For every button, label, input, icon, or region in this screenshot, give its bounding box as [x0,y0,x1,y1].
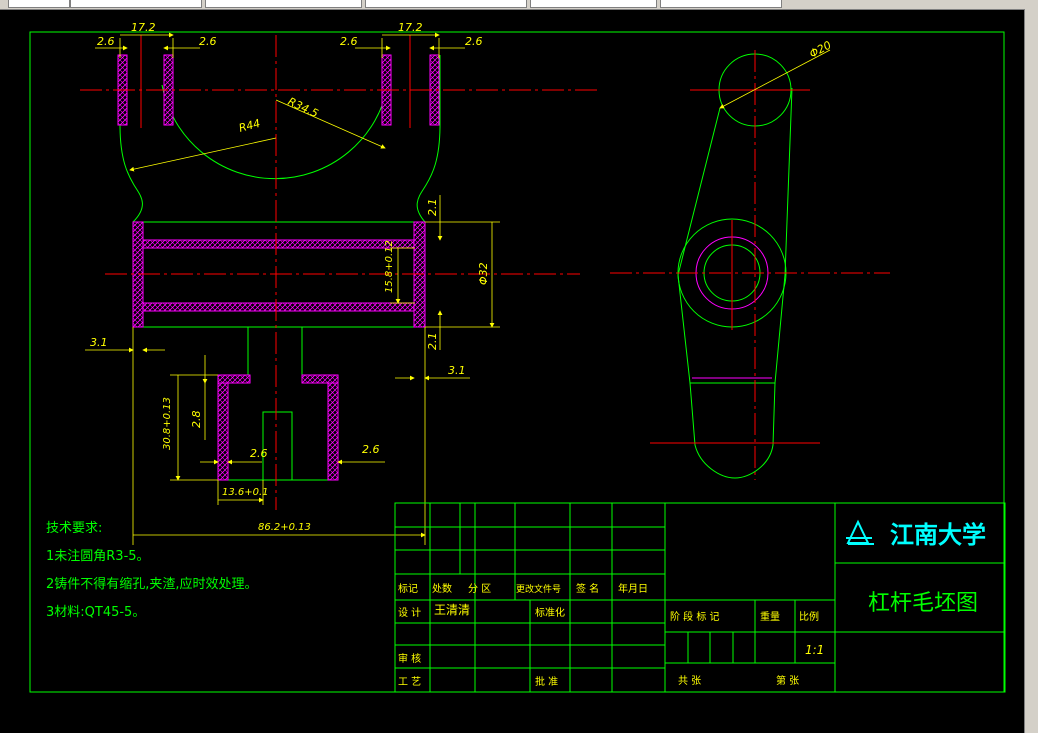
centerlines-side [610,50,890,480]
dim-hole-dia: 15.8+0.12 [384,240,395,293]
dim-fork-gap: 2.1 [426,199,439,217]
dim-radius-outer: R44 [237,117,261,135]
tb-designer: 王清清 [434,603,470,617]
tb-stage-label: 阶 段 标 记 [670,610,720,623]
dim-side-left: 3.1 [90,336,108,349]
tb-header-2: 分 区 [468,583,491,595]
dim-wall-left-a: 2.6 [97,35,115,48]
dim-boss-right: 2.6 [362,443,380,456]
technical-notes: 技术要求: 1未注圆角R3-5。 2铸件不得有缩孔,夹渣,应时效处理。 3材料:… [46,521,258,620]
university-name: 江南大学 [890,521,986,549]
vertical-scrollbar[interactable] [1024,9,1038,733]
dim-side-right: 3.1 [448,364,466,377]
dim-boss-height: 30.8+0.13 [162,397,173,450]
notes-heading: 技术要求: [46,521,102,536]
university-logo: 江南大学 [846,519,986,549]
tb-std-label: 标准化 [535,606,565,619]
drawing-title: 杠杆毛坯图 [868,591,978,616]
dim-boss-width: 13.6+0.1 [222,487,269,498]
tb-sheets-total: 共 张 [678,675,701,687]
dim-dia-20: Φ20 [807,39,833,61]
tb-check-label: 审 核 [398,652,421,665]
dim-dia-32: Φ32 [477,262,490,285]
dim-fork-gap-low: 2.1 [426,333,439,351]
dimension-text: 17.2 2.6 2.6 17.2 2.6 2.6 R34.5 R44 Φ20 … [90,21,833,533]
dim-top-width-right: 17.2 [398,21,423,34]
tb-header-1: 处数 [432,582,452,595]
tb-approve-label: 批 准 [535,675,558,688]
dim-boss-wall: 2.8 [190,411,203,429]
tb-process-label: 工 艺 [398,676,421,688]
dim-wall-right-b: 2.6 [465,35,483,48]
dimension-lines [85,32,831,545]
dim-wall-right-a: 2.6 [340,35,358,48]
tb-scale-value: 1:1 [805,643,824,657]
centerlines-front [80,35,600,510]
notes-line-1: 1未注圆角R3-5。 [46,549,150,564]
dim-radius-inner: R34.5 [286,95,321,120]
dim-overall: 86.2+0.13 [258,522,311,533]
tb-header-5: 年月日 [618,582,648,595]
drawing-canvas[interactable]: 17.2 2.6 2.6 17.2 2.6 2.6 R34.5 R44 Φ20 … [0,0,1024,733]
tb-design-label: 设 计 [398,606,421,619]
logo-icon [846,519,870,544]
tb-header-3: 更改文件号 [516,583,561,595]
tb-weight-label: 重量 [760,610,780,623]
side-view [677,53,793,479]
tb-sheet-no: 第 张 [776,674,799,687]
dim-boss-inner: 2.6 [250,447,268,460]
tb-scale-label: 比例 [799,610,819,623]
tb-header-0: 标记 [398,583,418,595]
tb-header-4: 签 名 [576,582,599,595]
title-block-text: 标记 处数 分 区 更改文件号 签 名 年月日 设 计 王清清 标准化 审 核 … [398,582,824,688]
notes-line-3: 3材料:QT45-5。 [46,605,145,620]
dim-wall-left-b: 2.6 [199,35,217,48]
dim-top-width-left: 17.2 [131,21,156,34]
notes-line-2: 2铸件不得有缩孔,夹渣,应时效处理。 [46,576,258,592]
